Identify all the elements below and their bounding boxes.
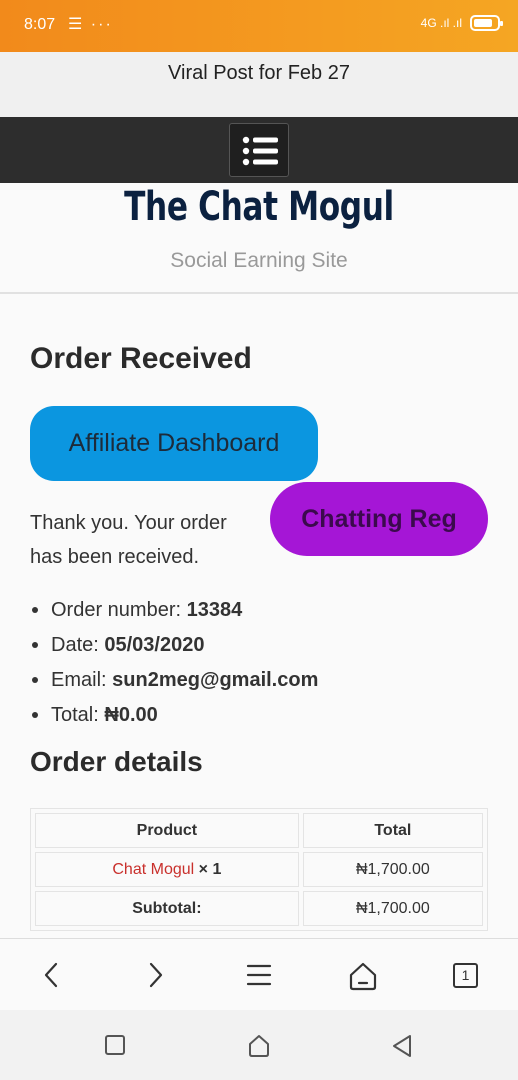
order-email-value: sun2meg@gmail.com xyxy=(112,669,319,691)
notification-icons: ☰ ··· xyxy=(68,16,113,33)
order-details-table: Product Total Chat Mogul × 1 ₦1,700.00 S… xyxy=(30,808,488,931)
order-number-value: 13384 xyxy=(186,599,243,621)
table-header-row: Product Total xyxy=(35,813,483,848)
menu-bar xyxy=(0,117,518,183)
product-total-cell: ₦1,700.00 xyxy=(302,852,483,887)
back-arrow-icon[interactable] xyxy=(40,961,64,989)
order-details-heading: Order details xyxy=(30,746,203,777)
site-tagline: Social Earning Site xyxy=(170,249,348,272)
banner-link[interactable]: Viral Post for Feb 27 xyxy=(0,52,518,85)
subtotal-label: Subtotal: xyxy=(35,891,299,926)
home-button-icon[interactable] xyxy=(247,1034,271,1058)
top-banner[interactable]: Viral Post for Feb 27 xyxy=(0,52,518,117)
list-menu-icon xyxy=(242,136,278,166)
order-total-value: ₦0.00 xyxy=(104,704,158,726)
column-header-product: Product xyxy=(35,813,299,848)
order-date-item: Date: 05/03/2020 xyxy=(30,631,318,666)
product-quantity: × 1 xyxy=(198,860,222,878)
column-header-total: Total xyxy=(302,813,483,848)
order-date-value: 05/03/2020 xyxy=(104,634,205,656)
home-icon[interactable] xyxy=(348,961,378,991)
menu-lines-icon[interactable] xyxy=(246,961,272,989)
chatting-reg-button[interactable]: Chatting Reg xyxy=(270,482,488,556)
table-row: Chat Mogul × 1 ₦1,700.00 xyxy=(35,852,483,887)
subtotal-value: ₦1,700.00 xyxy=(302,891,483,926)
affiliate-dashboard-button[interactable]: Affiliate Dashboard xyxy=(30,406,318,481)
order-total-item: Total: ₦0.00 xyxy=(30,701,318,736)
order-email-item: Email: sun2meg@gmail.com xyxy=(30,666,318,701)
battery-icon xyxy=(470,15,503,31)
browser-toolbar: 1 xyxy=(0,938,518,1010)
forward-arrow-icon[interactable] xyxy=(143,961,167,989)
order-summary-list: Order number: 13384 Date: 05/03/2020 Ema… xyxy=(30,596,318,736)
battery-fill xyxy=(474,19,492,27)
back-triangle-icon[interactable] xyxy=(391,1034,413,1058)
system-nav-bar xyxy=(0,1010,518,1080)
menu-toggle-button[interactable] xyxy=(229,123,289,177)
tabs-counter-icon[interactable]: 1 xyxy=(453,963,478,988)
signal-icon: 4G .ıl .ıl xyxy=(420,16,462,30)
product-link[interactable]: Chat Mogul xyxy=(112,861,194,878)
recent-apps-icon[interactable] xyxy=(104,1034,126,1056)
site-title[interactable]: The Chat Mogul xyxy=(57,184,461,230)
status-right: 4G .ıl .ıl xyxy=(420,15,503,31)
product-cell: Chat Mogul × 1 xyxy=(35,852,299,887)
status-bar: 8:07 ☰ ··· 4G .ıl .ıl xyxy=(0,0,518,52)
table-row: Subtotal: ₦1,700.00 xyxy=(35,891,483,926)
page-title: Order Received xyxy=(30,342,252,375)
header-divider xyxy=(0,292,518,294)
thank-you-message: Thank you. Your order has been received. xyxy=(30,512,227,568)
order-number-item: Order number: 13384 xyxy=(30,596,318,631)
status-time: 8:07 xyxy=(24,16,56,33)
